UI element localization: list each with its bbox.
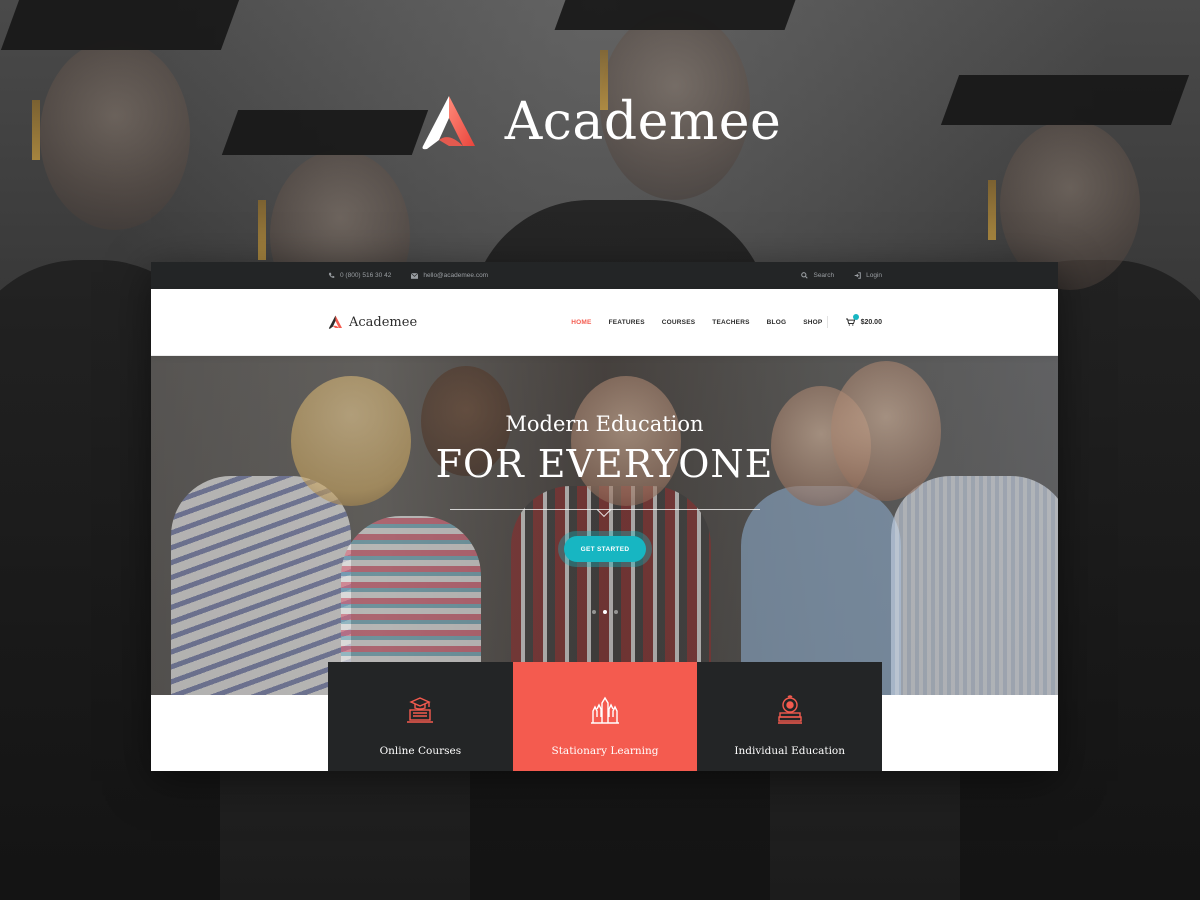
nav-shop[interactable]: SHOP: [803, 319, 822, 326]
cart-badge: [852, 314, 859, 320]
feature-stationary-learning[interactable]: Stationary Learning: [512, 662, 698, 771]
get-started-button[interactable]: GET STARTED: [564, 536, 646, 562]
phone-number: 0 (800) 516 30 42: [340, 272, 392, 279]
nav-separator: [826, 316, 828, 328]
top-bar: 0 (800) 516 30 42 hello@academee.com Sea…: [151, 262, 1058, 289]
nav-teachers[interactable]: TEACHERS: [712, 319, 749, 326]
apple-books-icon: [774, 694, 806, 726]
academee-logo-icon: [422, 96, 475, 150]
cart-button[interactable]: $20.00: [826, 314, 882, 328]
feature-boxes: Online Courses Stationary Learning Indiv…: [328, 662, 883, 771]
slider-dots: [592, 610, 618, 614]
feature-label: Individual Education: [734, 745, 846, 757]
slider-dot-2[interactable]: [603, 610, 607, 614]
hero-logo: Academee: [0, 92, 1200, 152]
phone-icon: [328, 272, 335, 279]
mail-icon: [411, 272, 419, 279]
search-label: Search: [813, 272, 835, 279]
hero-heading: Modern Education FOR EVERYONE: [151, 412, 1058, 486]
hero-slider: Modern Education FOR EVERYONE GET STARTE…: [151, 356, 1058, 695]
hero-subtitle: Modern Education: [505, 412, 704, 436]
cta-halo: GET STARTED: [558, 531, 652, 567]
nav-features[interactable]: FEATURES: [609, 319, 645, 326]
raised-hands-icon: [589, 694, 621, 726]
academee-logo-icon: [328, 315, 342, 329]
email-address: hello@academee.com: [423, 272, 489, 279]
hero-title: FOR EVERYONE: [435, 442, 774, 486]
site-logo[interactable]: Academee: [328, 315, 417, 330]
cart-total: $20.00: [860, 318, 882, 326]
login-icon: [854, 272, 861, 279]
feature-label: Online Courses: [379, 745, 462, 757]
email-contact[interactable]: hello@academee.com: [411, 272, 488, 279]
search-link[interactable]: Search: [801, 272, 834, 279]
nav-courses[interactable]: COURSES: [662, 319, 696, 326]
website-preview: 0 (800) 516 30 42 hello@academee.com Sea…: [151, 262, 1058, 771]
site-logo-text: Academee: [349, 314, 418, 330]
phone-contact[interactable]: 0 (800) 516 30 42: [328, 272, 391, 279]
nav-home[interactable]: HOME: [571, 319, 591, 326]
site-header: Academee HOME FEATURES COURSES TEACHERS …: [151, 289, 1058, 356]
login-link[interactable]: Login: [854, 272, 882, 279]
feature-online-courses[interactable]: Online Courses: [328, 662, 513, 771]
slider-dot-3[interactable]: [614, 610, 618, 614]
main-nav: HOME FEATURES COURSES TEACHERS BLOG SHOP: [571, 319, 822, 326]
login-label: Login: [866, 272, 882, 279]
nav-blog[interactable]: BLOG: [767, 319, 787, 326]
graduation-laptop-icon: [404, 694, 436, 726]
slider-dot-1[interactable]: [592, 610, 596, 614]
search-icon: [801, 272, 809, 279]
brand-name: Academee: [504, 92, 782, 152]
feature-label: Stationary Learning: [551, 745, 659, 757]
cart-icon: [845, 314, 859, 326]
feature-individual-education[interactable]: Individual Education: [697, 662, 883, 771]
